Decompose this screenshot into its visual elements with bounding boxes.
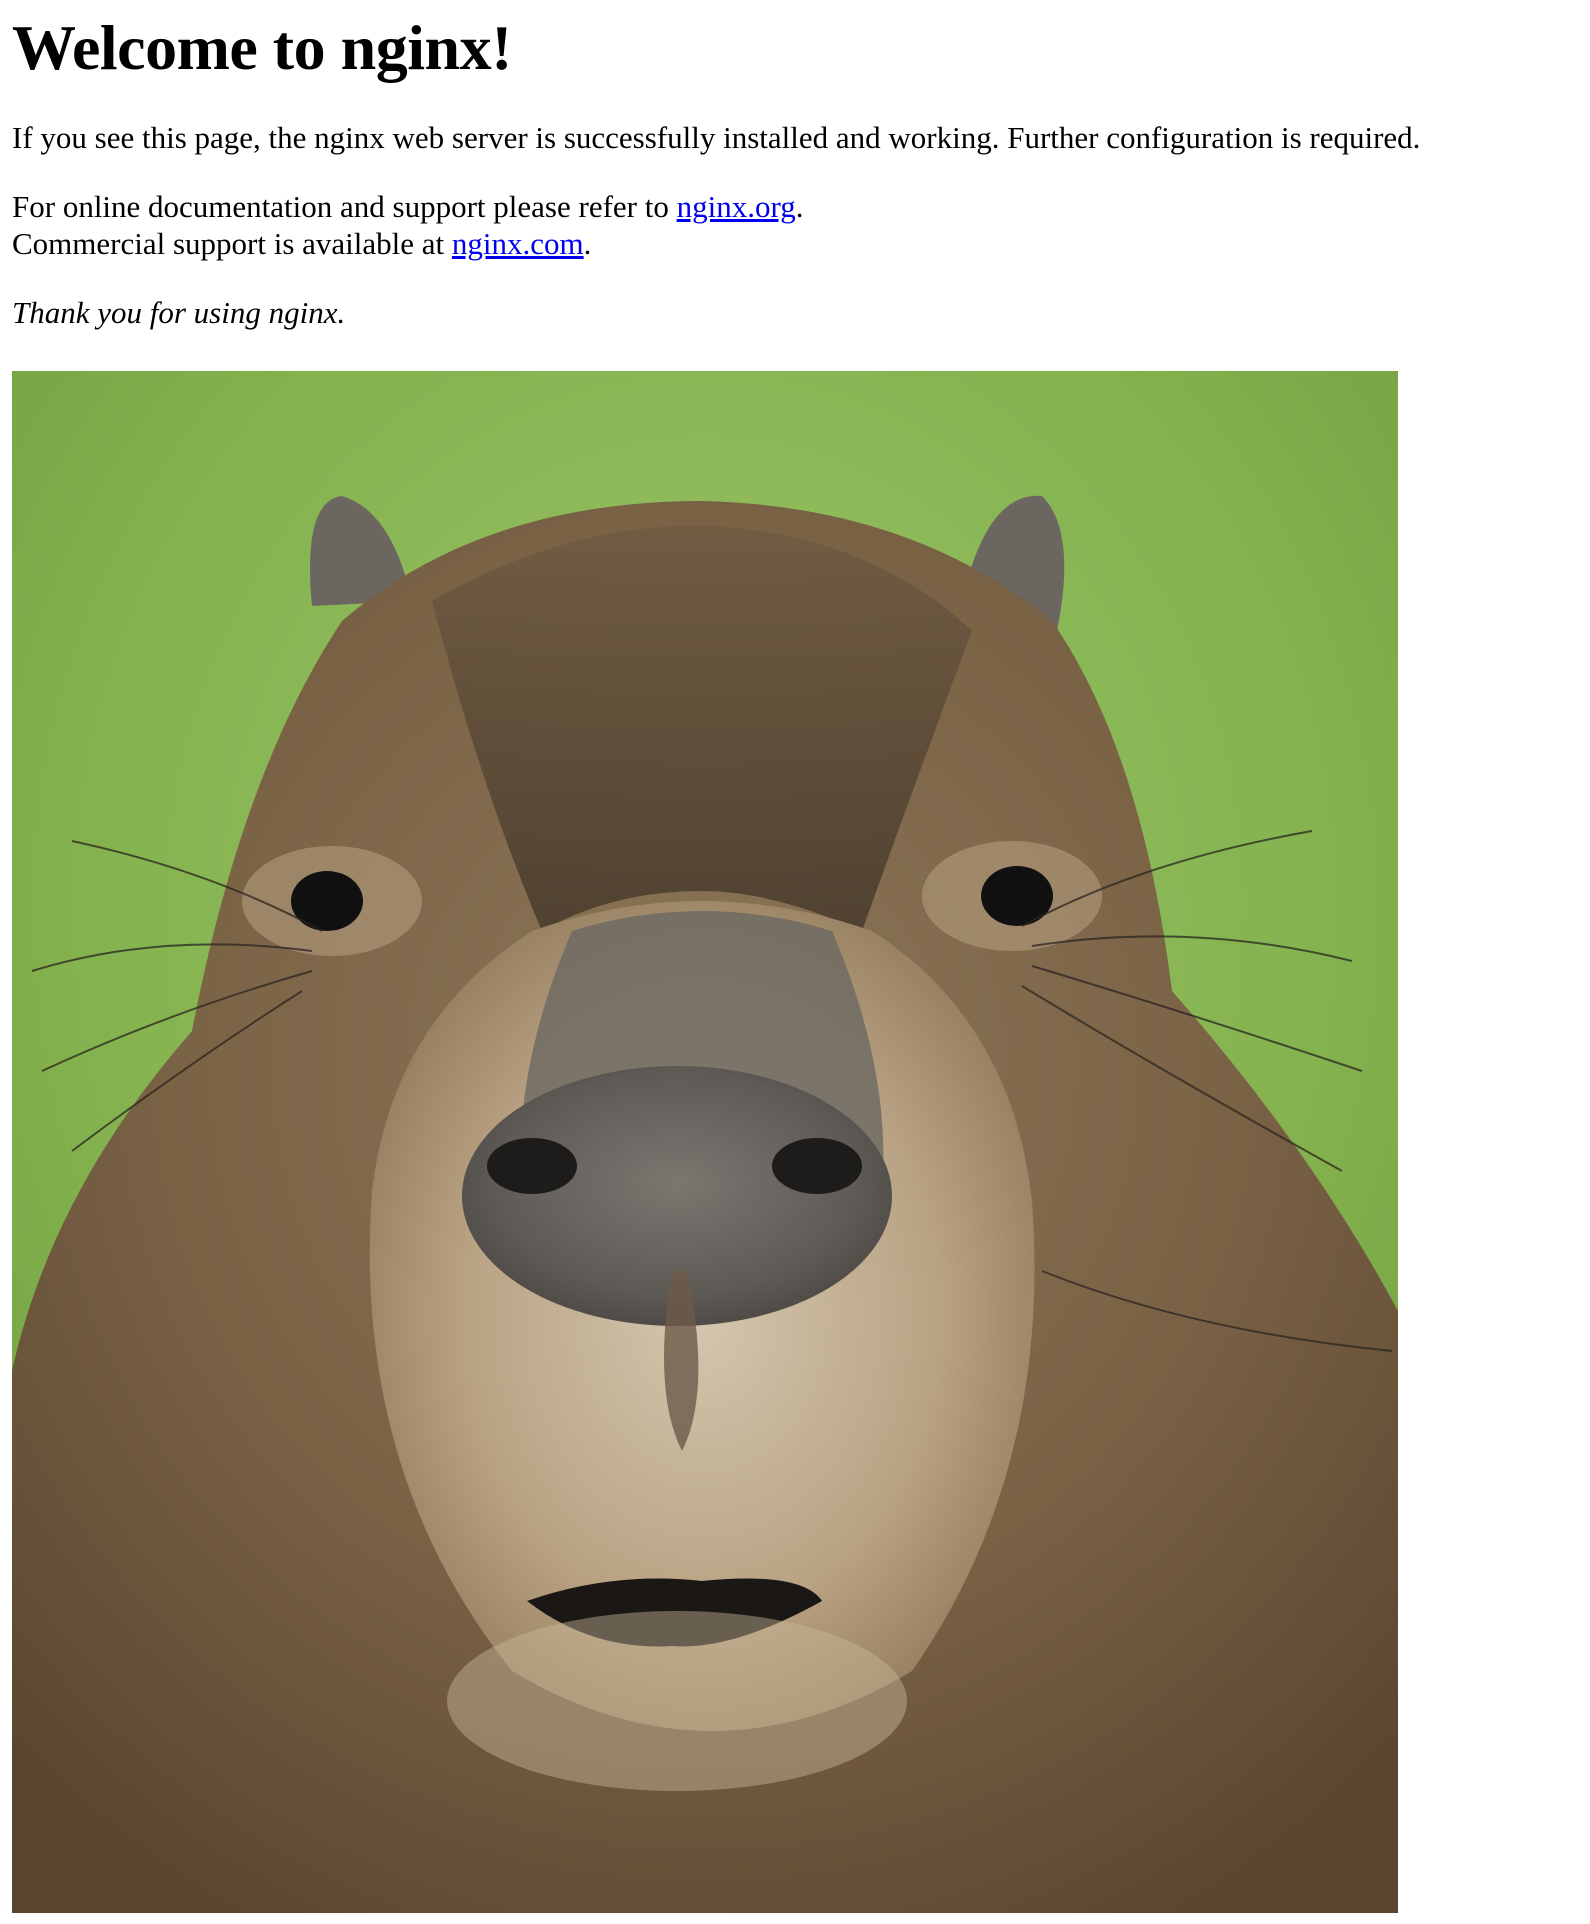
thanks-text: Thank you for using nginx. xyxy=(12,295,346,330)
capybara-image xyxy=(12,371,1398,1913)
right-eye xyxy=(981,866,1053,926)
commercial-prefix: Commercial support is available at xyxy=(12,226,452,261)
nginx-com-link[interactable]: nginx.com xyxy=(452,226,584,261)
docs-prefix: For online documentation and support ple… xyxy=(12,189,677,224)
commercial-suffix: . xyxy=(583,226,592,261)
thanks-paragraph: Thank you for using nginx. xyxy=(12,294,1572,331)
nginx-org-link[interactable]: nginx.org xyxy=(677,189,796,224)
intro-paragraph: If you see this page, the nginx web serv… xyxy=(12,120,1421,155)
support-paragraph: For online documentation and support ple… xyxy=(12,188,1572,262)
docs-suffix: . xyxy=(795,189,804,224)
left-eye xyxy=(291,871,363,931)
right-nostril xyxy=(772,1138,862,1194)
page-content: Welcome to nginx! If you see this page, … xyxy=(12,0,1572,331)
page-title: Welcome to nginx! xyxy=(12,12,512,83)
left-nostril xyxy=(487,1138,577,1194)
